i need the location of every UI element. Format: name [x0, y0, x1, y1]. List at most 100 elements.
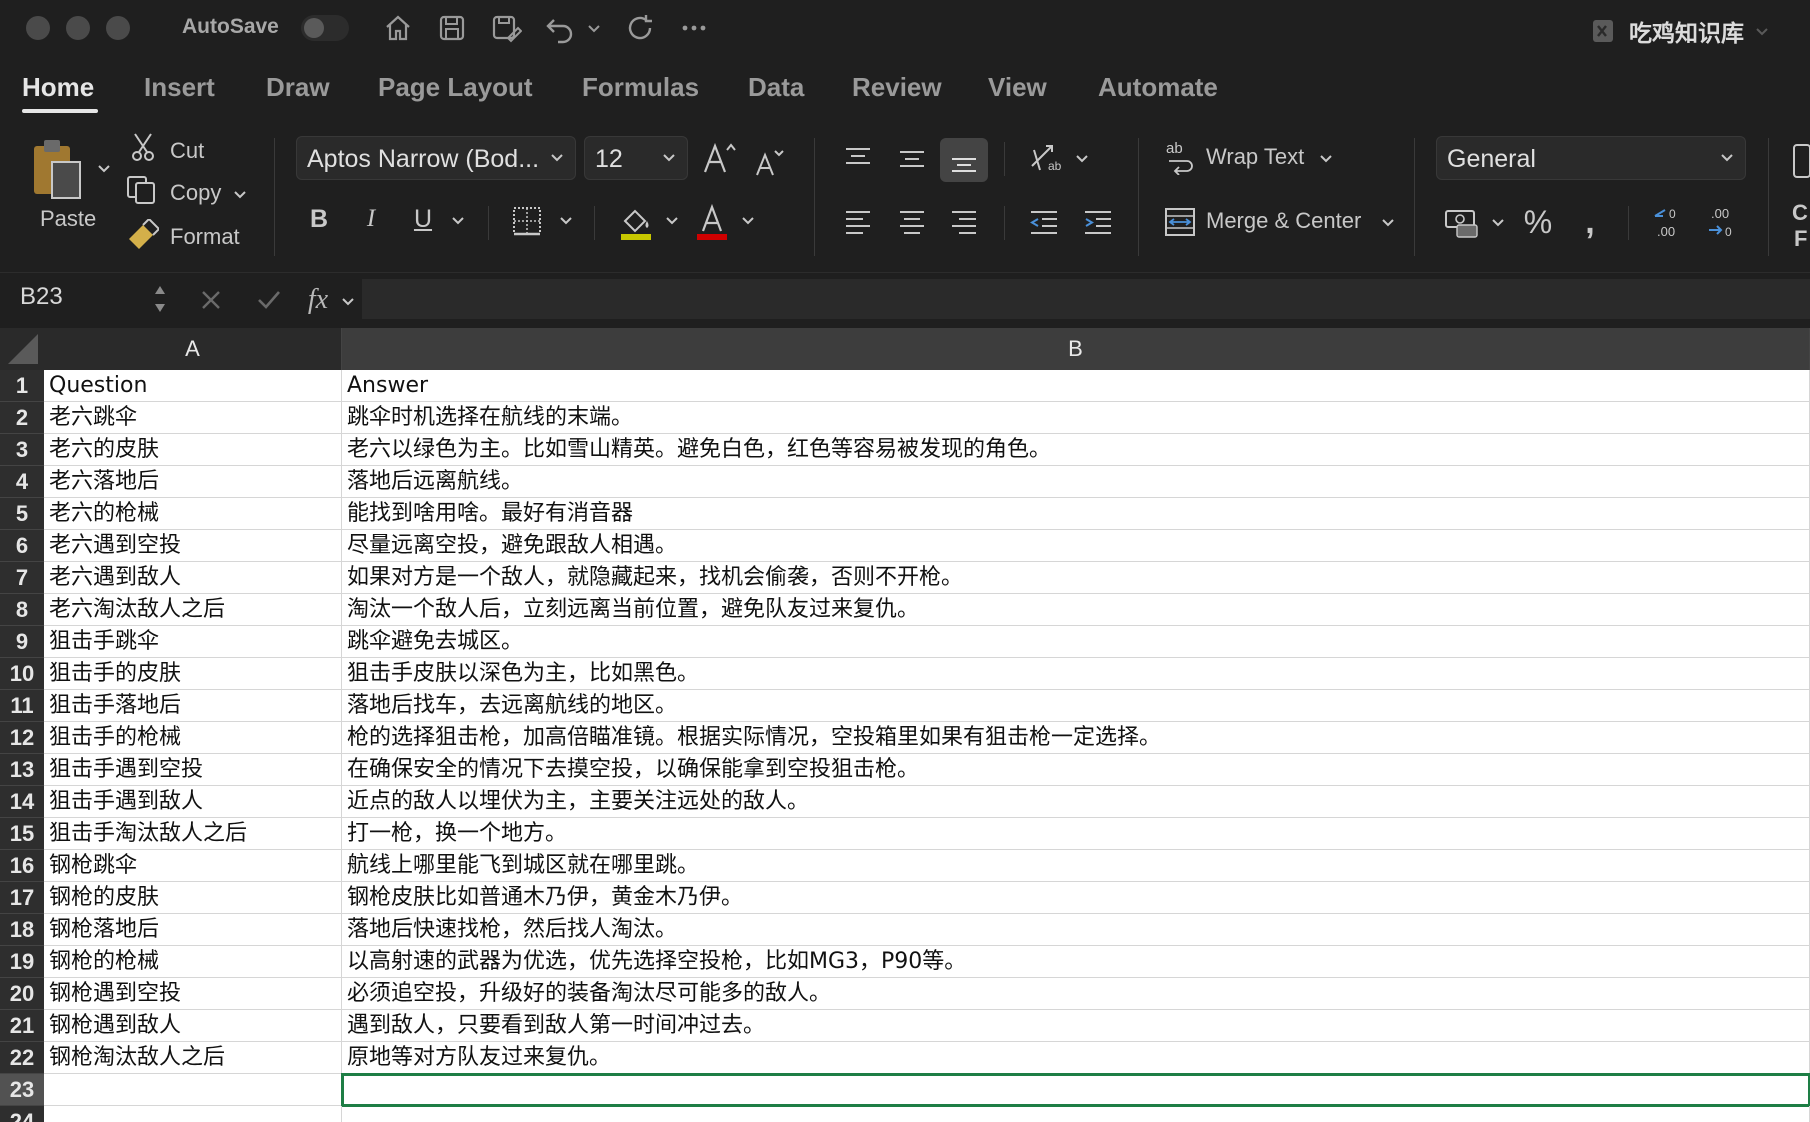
wrap-text-label[interactable]: Wrap Text	[1206, 144, 1304, 170]
scissors-icon[interactable]	[128, 132, 158, 162]
row-header[interactable]: 18	[0, 914, 44, 946]
tab-formulas[interactable]: Formulas	[582, 72, 699, 103]
tab-page-layout[interactable]: Page Layout	[378, 72, 533, 103]
cell-answer[interactable]: 狙击手皮肤以深色为主，比如黑色。	[342, 658, 1810, 690]
merge-center-label[interactable]: Merge & Center	[1206, 208, 1361, 234]
tab-home[interactable]: Home	[22, 72, 94, 103]
minimize-window-button[interactable]	[66, 16, 90, 40]
save-icon[interactable]	[434, 10, 470, 46]
tab-draw[interactable]: Draw	[266, 72, 330, 103]
accounting-format-icon[interactable]	[1442, 204, 1482, 240]
select-all-corner[interactable]	[0, 328, 45, 370]
cell-question[interactable]: 狙击手的枪械	[44, 722, 342, 754]
merge-center-icon[interactable]	[1162, 204, 1198, 240]
number-format-select[interactable]: General	[1436, 136, 1746, 180]
align-top-icon[interactable]	[840, 140, 876, 176]
cell-question[interactable]: 钢枪落地后	[44, 914, 342, 946]
row-header[interactable]: 8	[0, 594, 44, 626]
cell-question[interactable]: 狙击手的皮肤	[44, 658, 342, 690]
align-middle-icon[interactable]	[894, 140, 930, 176]
cell-question[interactable]: 钢枪遇到空投	[44, 978, 342, 1010]
font-color-icon[interactable]	[692, 202, 732, 242]
wrap-text-dropdown-icon[interactable]	[1316, 148, 1336, 168]
copy-icon[interactable]	[124, 174, 158, 206]
cell-answer[interactable]: 航线上哪里能飞到城区就在哪里跳。	[342, 850, 1810, 882]
row-header[interactable]: 10	[0, 658, 44, 690]
format-label[interactable]: Format	[170, 224, 240, 250]
save-as-icon[interactable]	[488, 10, 524, 46]
cell-question[interactable]: 老六遇到空投	[44, 530, 342, 562]
row-header[interactable]: 9	[0, 626, 44, 658]
fill-color-dropdown-icon[interactable]	[662, 210, 682, 230]
fill-color-icon[interactable]	[616, 202, 656, 242]
formula-input[interactable]	[362, 279, 1810, 319]
cell-answer[interactable]	[342, 1106, 1810, 1122]
orientation-dropdown-icon[interactable]	[1072, 148, 1092, 168]
cell-question[interactable]: 老六落地后	[44, 466, 342, 498]
row-header[interactable]: 13	[0, 754, 44, 786]
cell-answer[interactable]: 淘汰一个敌人后，立刻远离当前位置，避免队友过来复仇。	[342, 594, 1810, 626]
function-dropdown-icon[interactable]	[338, 291, 358, 311]
home-icon[interactable]	[380, 10, 416, 46]
cell-question[interactable]: 老六遇到敌人	[44, 562, 342, 594]
cell-answer[interactable]: 钢枪皮肤比如普通木乃伊，黄金木乃伊。	[342, 882, 1810, 914]
decrease-decimal-icon[interactable]: .00 0	[1704, 202, 1744, 242]
cell-question[interactable]: 狙击手遇到敌人	[44, 786, 342, 818]
cell-answer[interactable]: 打一枪，换一个地方。	[342, 818, 1810, 850]
row-header[interactable]: 11	[0, 690, 44, 722]
cell-answer[interactable]: 落地后找车，去远离航线的地区。	[342, 690, 1810, 722]
paste-icon[interactable]	[28, 136, 88, 206]
row-header[interactable]: 21	[0, 1010, 44, 1042]
cell-question[interactable]: Question	[44, 370, 342, 402]
increase-decimal-icon[interactable]: 0.00	[1650, 202, 1690, 242]
document-title[interactable]: 吃鸡知识库	[1591, 14, 1770, 48]
row-header[interactable]: 7	[0, 562, 44, 594]
cell-question[interactable]: 狙击手落地后	[44, 690, 342, 722]
font-size-select[interactable]: 12	[584, 136, 688, 180]
insert-function-icon[interactable]: fx	[300, 283, 336, 317]
decrease-indent-icon[interactable]	[1026, 204, 1062, 240]
close-window-button[interactable]	[26, 16, 50, 40]
zoom-window-button[interactable]	[106, 16, 130, 40]
cell-question[interactable]: 钢枪的皮肤	[44, 882, 342, 914]
cell-answer[interactable]: 能找到啥用啥。最好有消音器	[342, 498, 1810, 530]
row-header[interactable]: 17	[0, 882, 44, 914]
cell-question[interactable]: 钢枪的枪械	[44, 946, 342, 978]
accounting-format-dropdown-icon[interactable]	[1488, 212, 1508, 232]
font-color-dropdown-icon[interactable]	[738, 210, 758, 230]
cell-answer[interactable]: 遇到敌人，只要看到敌人第一时间冲过去。	[342, 1010, 1810, 1042]
underline-dropdown-icon[interactable]	[448, 210, 468, 230]
cell-answer[interactable]	[341, 1073, 1810, 1107]
cell-answer[interactable]: 近点的敌人以埋伏为主，主要关注远处的敌人。	[342, 786, 1810, 818]
tab-automate[interactable]: Automate	[1098, 72, 1218, 103]
merge-center-dropdown-icon[interactable]	[1378, 212, 1398, 232]
cell-question[interactable]: 钢枪遇到敌人	[44, 1010, 342, 1042]
row-header[interactable]: 23	[0, 1074, 44, 1106]
row-header[interactable]: 1	[0, 370, 44, 402]
conditional-formatting-icon[interactable]	[1782, 140, 1810, 182]
format-painter-icon[interactable]	[124, 218, 160, 250]
name-box-stepper-icon[interactable]	[150, 279, 170, 319]
cell-question[interactable]: 老六的皮肤	[44, 434, 342, 466]
decrease-font-size-icon[interactable]	[752, 144, 786, 178]
worksheet-grid[interactable]: A B 1 Question Answer 2 老六跳伞 跳伞时机选择在航线的末端。 3 老六…	[0, 328, 1810, 1122]
cancel-entry-icon[interactable]	[196, 285, 226, 315]
row-header[interactable]: 20	[0, 978, 44, 1010]
comma-style-icon[interactable]: ,	[1570, 202, 1610, 242]
copy-dropdown-icon[interactable]	[230, 184, 250, 204]
cell-answer[interactable]: 在确保安全的情况下去摸空投，以确保能拿到空投狙击枪。	[342, 754, 1810, 786]
cell-answer[interactable]: 老六以绿色为主。比如雪山精英。避免白色，红色等容易被发现的角色。	[342, 434, 1810, 466]
cell-question[interactable]: 老六跳伞	[44, 402, 342, 434]
cell-question[interactable]	[44, 1106, 342, 1122]
bold-icon[interactable]: B	[302, 202, 336, 236]
cell-question[interactable]: 狙击手跳伞	[44, 626, 342, 658]
redo-icon[interactable]	[622, 10, 658, 46]
cell-question[interactable]: 老六的枪械	[44, 498, 342, 530]
increase-font-size-icon[interactable]	[700, 138, 738, 178]
cell-answer[interactable]: 枪的选择狙击枪，加高倍瞄准镜。根据实际情况，空投箱里如果有狙击枪一定选择。	[342, 722, 1810, 754]
row-header[interactable]: 5	[0, 498, 44, 530]
row-header[interactable]: 2	[0, 402, 44, 434]
row-header[interactable]: 19	[0, 946, 44, 978]
orientation-icon[interactable]: ab	[1024, 138, 1066, 178]
cell-question[interactable]: 钢枪跳伞	[44, 850, 342, 882]
